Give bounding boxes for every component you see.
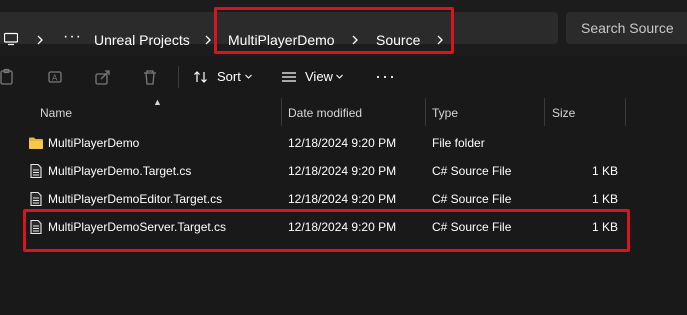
file-type: File folder xyxy=(432,136,485,150)
file-name: MultiPlayerDemo.Target.cs xyxy=(48,164,192,178)
column-headers: Name Date modified Type Size xyxy=(0,98,687,128)
chevron-down-icon xyxy=(245,74,252,79)
see-more-button[interactable]: ··· xyxy=(375,66,396,87)
file-type: C# Source File xyxy=(432,164,512,178)
chevron-right-icon[interactable] xyxy=(203,33,213,47)
list-item[interactable]: MultiPlayerDemo 12/18/2024 9:20 PM File … xyxy=(22,129,632,157)
column-divider[interactable] xyxy=(625,98,626,126)
column-header-size[interactable]: Size xyxy=(552,106,575,120)
toolbar-divider xyxy=(178,66,179,88)
file-icon xyxy=(30,191,42,207)
column-divider[interactable] xyxy=(281,98,282,126)
file-date: 12/18/2024 9:20 PM xyxy=(288,192,397,206)
rename-icon[interactable]: A xyxy=(47,68,65,86)
folder-icon xyxy=(29,137,43,149)
chevron-down-icon xyxy=(336,74,343,79)
search-input[interactable]: Search Source xyxy=(566,12,687,44)
list-item[interactable]: MultiPlayerDemo.Target.cs 12/18/2024 9:2… xyxy=(22,157,632,185)
svg-text:A: A xyxy=(52,74,58,83)
command-bar: A Sort View ··· xyxy=(0,56,687,98)
file-size: 1 KB xyxy=(591,164,618,178)
column-header-type[interactable]: Type xyxy=(432,106,458,120)
file-name: MultiPlayerDemo xyxy=(48,136,140,150)
file-name: MultiPlayerDemoEditor.Target.cs xyxy=(48,192,223,206)
column-header-date[interactable]: Date modified xyxy=(288,106,362,120)
delete-icon[interactable] xyxy=(141,68,159,86)
breadcrumb-unreal-projects[interactable]: Unreal Projects xyxy=(94,32,190,48)
search-placeholder: Search Source xyxy=(581,20,674,36)
column-header-name[interactable]: Name xyxy=(40,106,72,120)
this-pc-icon[interactable] xyxy=(4,32,18,46)
file-date: 12/18/2024 9:20 PM xyxy=(288,136,397,150)
file-size: 1 KB xyxy=(591,192,618,206)
chevron-right-icon[interactable] xyxy=(35,33,45,47)
breadcrumb-highlight-box xyxy=(214,7,454,54)
breadcrumb-overflow[interactable]: ··· xyxy=(63,28,82,46)
column-divider[interactable] xyxy=(544,98,545,126)
view-label: View xyxy=(305,69,333,84)
column-divider[interactable] xyxy=(425,98,426,126)
paste-icon[interactable] xyxy=(0,68,16,86)
file-type: C# Source File xyxy=(432,192,512,206)
view-icon xyxy=(282,72,296,82)
file-date: 12/18/2024 9:20 PM xyxy=(288,164,397,178)
file-icon xyxy=(30,163,42,179)
sort-label: Sort xyxy=(217,69,241,84)
sort-icon xyxy=(194,71,207,83)
share-icon[interactable] xyxy=(94,68,112,86)
row-highlight-box xyxy=(23,209,630,252)
